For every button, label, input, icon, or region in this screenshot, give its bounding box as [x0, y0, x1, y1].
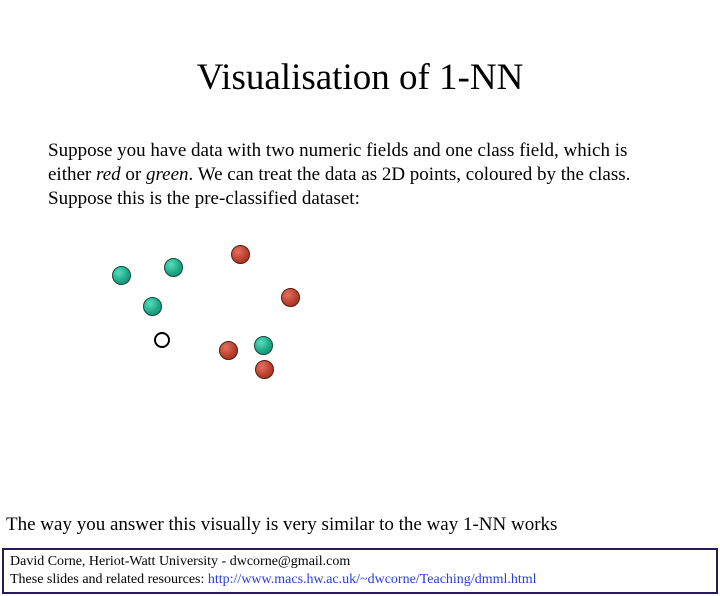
data-point-green [254, 336, 273, 355]
footer-credit: David Corne, Heriot-Watt University - dw… [10, 553, 710, 571]
data-point-red [219, 341, 238, 360]
red-word: red [96, 164, 121, 185]
data-point-green [164, 258, 183, 277]
data-point-red [281, 288, 300, 307]
page-title: Visualisation of 1-NN [0, 56, 720, 99]
slide: Visualisation of 1-NN Suppose you have d… [0, 56, 720, 596]
green-word: green [146, 164, 189, 185]
scatter-plot [100, 228, 400, 368]
footer-box: David Corne, Heriot-Watt University - dw… [2, 548, 718, 594]
body-paragraph: Suppose you have data with two numeric f… [48, 139, 672, 210]
query-ring-icon [154, 332, 170, 348]
footer-resources-label: These slides and related resources: [10, 572, 208, 587]
bottom-line: The way you answer this visually is very… [6, 514, 557, 536]
body-part-b: or [121, 164, 146, 185]
footer-resources: These slides and related resources: http… [10, 571, 710, 589]
data-point-red [231, 245, 250, 264]
data-point-green [143, 297, 162, 316]
footer-link[interactable]: http://www.macs.hw.ac.uk/~dwcorne/Teachi… [208, 572, 537, 587]
data-point-green [112, 266, 131, 285]
data-point-red [255, 360, 274, 379]
